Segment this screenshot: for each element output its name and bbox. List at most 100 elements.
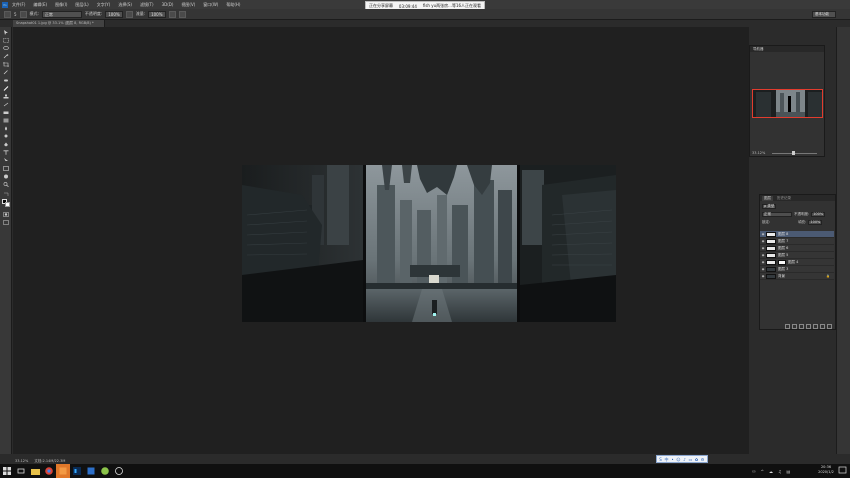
- navigator-preview[interactable]: [752, 89, 823, 118]
- layer-style-icon[interactable]: [792, 323, 797, 329]
- taskbar-chrome[interactable]: [42, 464, 56, 478]
- cloud-icon[interactable]: ☁: [769, 469, 773, 474]
- flow-field[interactable]: 100%: [148, 10, 166, 18]
- volume-icon[interactable]: ♫: [778, 469, 782, 474]
- taskbar-clock[interactable]: 20:36 2020/1/2: [814, 465, 838, 477]
- history-brush-tool-icon[interactable]: [3, 102, 9, 107]
- airbrush-icon[interactable]: [168, 10, 176, 18]
- swap-colors-icon[interactable]: [3, 192, 9, 197]
- task-view-button[interactable]: [14, 464, 28, 478]
- status-zoom[interactable]: 33.12%: [15, 459, 28, 463]
- eyedropper-tool-icon[interactable]: [3, 70, 9, 75]
- quick-select-tool-icon[interactable]: [3, 54, 9, 59]
- workspace-select[interactable]: 基本功能: [812, 11, 836, 18]
- brush-preset-icon[interactable]: [4, 10, 11, 18]
- navigator-zoom-value[interactable]: 33.12%: [752, 151, 765, 155]
- tray-chevron-icon[interactable]: ^: [761, 469, 764, 474]
- menu-select[interactable]: 选择(S): [118, 2, 132, 8]
- layer-row[interactable]: ◉ 图层 7: [760, 238, 834, 245]
- menu-file[interactable]: 文件(F): [12, 2, 25, 8]
- ime-chinese-mode-icon[interactable]: 中: [664, 457, 669, 462]
- eraser-tool-icon[interactable]: [3, 110, 9, 115]
- brush-tool-icon[interactable]: [3, 86, 9, 91]
- menu-layer[interactable]: 图层(L): [75, 2, 88, 8]
- ime-logo-icon[interactable]: S: [658, 457, 663, 462]
- fill-field[interactable]: 100%: [808, 219, 823, 225]
- menu-filter[interactable]: 滤镜(T): [140, 2, 154, 8]
- notification-center-icon[interactable]: [838, 466, 847, 476]
- layer-row[interactable]: ◉ 图层 4: [760, 259, 834, 266]
- start-button[interactable]: [0, 464, 14, 478]
- document-tab[interactable]: Snapshot01 1.jpg @ 33.1% (图层 8, RGB/8) *: [13, 20, 105, 27]
- path-select-tool-icon[interactable]: [3, 158, 9, 163]
- quick-mask-icon[interactable]: [3, 212, 9, 217]
- ime-keyboard-icon[interactable]: ▭: [688, 457, 693, 462]
- menu-edit[interactable]: 编辑(E): [33, 2, 47, 8]
- ime-punctuation-icon[interactable]: •: [670, 457, 675, 462]
- mode-select[interactable]: 正常: [41, 10, 82, 18]
- layer-name: 图层 7: [778, 238, 789, 243]
- menu-image[interactable]: 图像(I): [55, 2, 67, 8]
- network-icon[interactable]: ▤: [787, 469, 791, 474]
- background-color-swatch[interactable]: [5, 202, 10, 207]
- shape-tool-icon[interactable]: [3, 166, 9, 171]
- blur-tool-icon[interactable]: [3, 126, 9, 131]
- menu-window[interactable]: 窗口(W): [203, 2, 218, 8]
- type-tool-icon[interactable]: [3, 150, 9, 155]
- taskbar-app-active[interactable]: [56, 464, 70, 478]
- layer-row[interactable]: ◉ 图层 6: [760, 245, 834, 252]
- ime-skin-icon[interactable]: ✿: [694, 457, 699, 462]
- link-layers-icon[interactable]: [785, 323, 790, 329]
- dodge-tool-icon[interactable]: [3, 134, 9, 139]
- add-mask-icon[interactable]: [799, 323, 804, 329]
- taskbar-app-green[interactable]: [98, 464, 112, 478]
- navigator-title[interactable]: 导航器: [753, 47, 764, 52]
- layer-row[interactable]: ◉ 背景 🔒: [760, 273, 834, 280]
- ime-emoji-icon[interactable]: ☺: [676, 457, 681, 462]
- document-canvas-artwork[interactable]: [242, 165, 616, 322]
- adjustment-layer-icon[interactable]: [806, 323, 811, 329]
- ime-settings-icon[interactable]: ⚙: [700, 457, 705, 462]
- layer-row[interactable]: ◉ 图层 5: [760, 252, 834, 259]
- menu-type[interactable]: 文字(Y): [97, 2, 111, 8]
- ime-voice-icon[interactable]: ♪: [682, 457, 687, 462]
- new-layer-icon[interactable]: [820, 323, 825, 329]
- tab-layers[interactable]: 图层: [762, 195, 773, 201]
- clone-stamp-tool-icon[interactable]: [3, 94, 9, 99]
- menu-3d[interactable]: 3D(D): [162, 2, 174, 7]
- new-group-icon[interactable]: [813, 323, 818, 329]
- layer-kind-filter[interactable]: ρ 类型: [762, 203, 777, 209]
- marquee-tool-icon[interactable]: [3, 38, 9, 43]
- menu-help[interactable]: 帮助(H): [226, 2, 240, 8]
- menu-view[interactable]: 视图(V): [181, 2, 195, 8]
- lasso-tool-icon[interactable]: [3, 46, 9, 51]
- taskbar-app-gray[interactable]: [112, 464, 126, 478]
- pressure-opacity-icon[interactable]: [125, 10, 133, 18]
- tab-history[interactable]: 历史记录: [775, 196, 793, 201]
- brush-size[interactable]: 5: [14, 12, 17, 17]
- layer-mask-thumbnail[interactable]: [778, 259, 786, 265]
- pen-tool-icon[interactable]: [3, 142, 9, 147]
- screen-mode-icon[interactable]: [3, 220, 9, 225]
- layer-opacity-field[interactable]: 100%: [811, 211, 826, 217]
- gradient-tool-icon[interactable]: [3, 118, 9, 123]
- crop-tool-icon[interactable]: [3, 62, 9, 67]
- app-green-icon: [101, 467, 109, 475]
- move-tool-icon[interactable]: [3, 30, 9, 35]
- blend-mode-select[interactable]: 正常: [762, 211, 792, 217]
- delete-layer-icon[interactable]: [827, 323, 832, 329]
- pressure-size-icon[interactable]: [178, 10, 186, 18]
- navigator-zoom-knob[interactable]: [792, 151, 795, 155]
- taskbar-app-blue[interactable]: [84, 464, 98, 478]
- layer-row[interactable]: ◉ 图层 8: [760, 231, 834, 238]
- taskbar-photoshop[interactable]: [70, 464, 84, 478]
- zoom-tool-icon[interactable]: [3, 182, 9, 187]
- hand-tool-icon[interactable]: [3, 174, 9, 179]
- opacity-field[interactable]: 100%: [105, 10, 123, 18]
- people-icon[interactable]: ⚇: [752, 469, 756, 474]
- brush-panel-icon[interactable]: [19, 10, 27, 18]
- taskbar-file-explorer[interactable]: [28, 464, 42, 478]
- status-doc-size[interactable]: 文档:2.14M/22.3M: [34, 459, 65, 464]
- healing-brush-tool-icon[interactable]: [3, 78, 9, 83]
- layer-row[interactable]: ◉ 图层 3: [760, 266, 834, 273]
